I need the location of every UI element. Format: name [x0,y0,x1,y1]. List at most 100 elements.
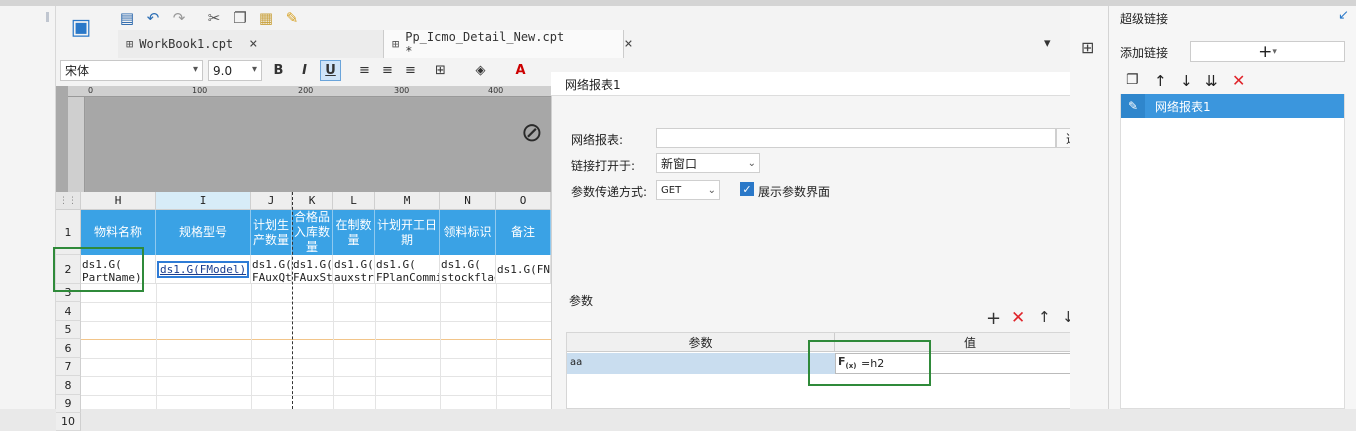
move-down-icon[interactable]: ↓ [1180,72,1193,90]
column-header[interactable]: O [496,192,551,210]
show-params-checkbox[interactable]: ✓ [740,182,754,196]
align-right-icon[interactable]: ≡ [400,60,421,81]
border-icon[interactable]: ⊞ [430,60,451,81]
vertical-ruler [68,97,85,192]
column-header[interactable]: J [251,192,292,210]
grid-icon: ⊞ [392,37,400,51]
param-name-cell[interactable]: aa [567,353,835,374]
ruler-tick: 300 [394,86,410,95]
delete-param-icon[interactable]: ✕ [1011,308,1025,328]
open-in-label: 链接打开于: [571,159,636,173]
header-cell[interactable]: 领料标识 [440,210,496,255]
header-cell[interactable]: 规格型号 [156,210,251,255]
fill-color-icon[interactable]: ◈ [470,60,491,81]
annotation-box [808,340,931,386]
add-param-icon[interactable]: + [986,308,1001,329]
row-header[interactable]: 7 [56,358,81,376]
undo-icon[interactable]: ↶ [143,8,163,28]
add-link-button[interactable]: + ▾ [1190,41,1345,62]
redo-icon[interactable]: ↷ [169,8,189,28]
column-header[interactable]: K [292,192,333,210]
link-item-selected[interactable]: ✎ 网络报表1 [1121,94,1344,118]
copy-icon[interactable]: ❐ [230,8,250,28]
bold-button[interactable]: B [268,60,289,81]
cell-attribute-icon[interactable]: ⊞ [1081,38,1094,57]
tab-label: WorkBook1.cpt [139,37,234,51]
data-cell[interactable]: ds1.G( FAuxSt [292,255,333,284]
data-cell[interactable]: ds1.G( auxstr [333,255,375,284]
header-cell[interactable]: 计划生 产数量 [251,210,292,255]
hide-eye-icon[interactable]: ⊘ [521,118,543,148]
row-header[interactable]: 9 [56,395,81,413]
tab-detail-report[interactable]: ⊞ Pp_Icmo_Detail_New.cpt * × [384,30,633,58]
column-header[interactable]: H [81,192,156,210]
template-icon[interactable]: ▣ [68,12,94,42]
format-painter-icon[interactable]: ✎ [282,8,302,28]
panel-title: 超级链接 [1120,12,1169,26]
font-family-select[interactable]: 宋体 ▾ [60,60,203,81]
link-item-label: 网络报表1 [1155,99,1211,114]
data-cell[interactable]: ds1.G( stockflag [440,255,496,284]
horizontal-ruler: 0 100 200 300 400 [68,86,551,97]
chevron-down-icon: ▾ [1272,46,1277,57]
row-header[interactable]: 10 [56,413,81,431]
pencil-icon: ✎ [1121,94,1145,118]
copy-link-icon[interactable]: ❐ [1126,72,1139,88]
font-family-value: 宋体 [65,64,90,78]
header-cell[interactable]: 在制数 量 [333,210,375,255]
grid-line [251,284,252,409]
header-cell[interactable]: 备注 [496,210,551,255]
collapse-icon[interactable]: ↙ [1338,8,1349,23]
row-header[interactable]: 8 [56,376,81,395]
method-select[interactable]: GET ⌄ [656,180,720,200]
selected-cell-text: ds1.G(FModel) [157,261,250,278]
row-header[interactable]: 5 [56,321,81,339]
panel-divider [1108,6,1109,409]
report-input[interactable] [656,128,1056,148]
align-center-icon[interactable]: ≡ [377,60,398,81]
open-in-select[interactable]: 新窗口 ⌄ [656,153,760,173]
data-cell-selected[interactable]: ds1.G(FModel) [156,255,251,284]
grid-icon: ⊞ [126,37,134,51]
select-all-corner[interactable]: ⋮⋮ [56,192,81,210]
save-icon[interactable]: ▤ [117,8,137,28]
annotation-box [53,247,144,292]
align-left-icon[interactable]: ≡ [354,60,375,81]
move-up-icon[interactable]: ↑ [1154,72,1167,90]
method-label: 参数传递方式: [571,185,648,199]
tab-menu-icon[interactable]: ▾ [1044,36,1051,51]
param-name-header: 参数 [567,333,835,352]
chevron-down-icon: ⌄ [747,157,756,169]
font-color-icon[interactable]: A [510,60,531,81]
cut-icon[interactable]: ✂ [204,8,224,28]
splitter-handle[interactable] [46,12,49,22]
header-cell[interactable]: 合格品 入库数 量 [292,210,333,255]
move-up-icon[interactable]: ↑ [1038,308,1051,326]
page-paper [86,98,551,192]
font-size-select[interactable]: 9.0 ▾ [208,60,262,81]
row-header[interactable]: 6 [56,339,81,358]
delete-link-icon[interactable]: ✕ [1232,71,1245,90]
grid-line [496,284,497,409]
show-params-label: 展示参数界面 [758,185,831,199]
column-header[interactable]: M [375,192,440,210]
sort-icon[interactable]: ⇊ [1205,72,1218,90]
data-cell[interactable]: ds1.G( FAuxQt [251,255,292,284]
paste-icon[interactable]: ▦ [256,8,276,28]
underline-button[interactable]: U [320,60,341,81]
page-break-line [292,192,293,409]
header-cell[interactable]: 计划开工日 期 [375,210,440,255]
close-icon[interactable]: × [624,36,632,52]
row-header[interactable]: 4 [56,302,81,321]
grid-line [333,284,334,409]
column-header[interactable]: I [156,192,251,210]
italic-button[interactable]: I [294,60,315,81]
data-cell[interactable]: ds1.G( FPlanCommi [375,255,440,284]
data-cell[interactable]: ds1.G(FNo [496,255,551,284]
close-icon[interactable]: × [249,36,257,52]
grid-line [81,395,551,396]
tab-workbook1[interactable]: ⊞ WorkBook1.cpt × [118,30,384,58]
ruler-tick: 400 [488,86,504,95]
column-header[interactable]: N [440,192,496,210]
column-header[interactable]: L [333,192,375,210]
